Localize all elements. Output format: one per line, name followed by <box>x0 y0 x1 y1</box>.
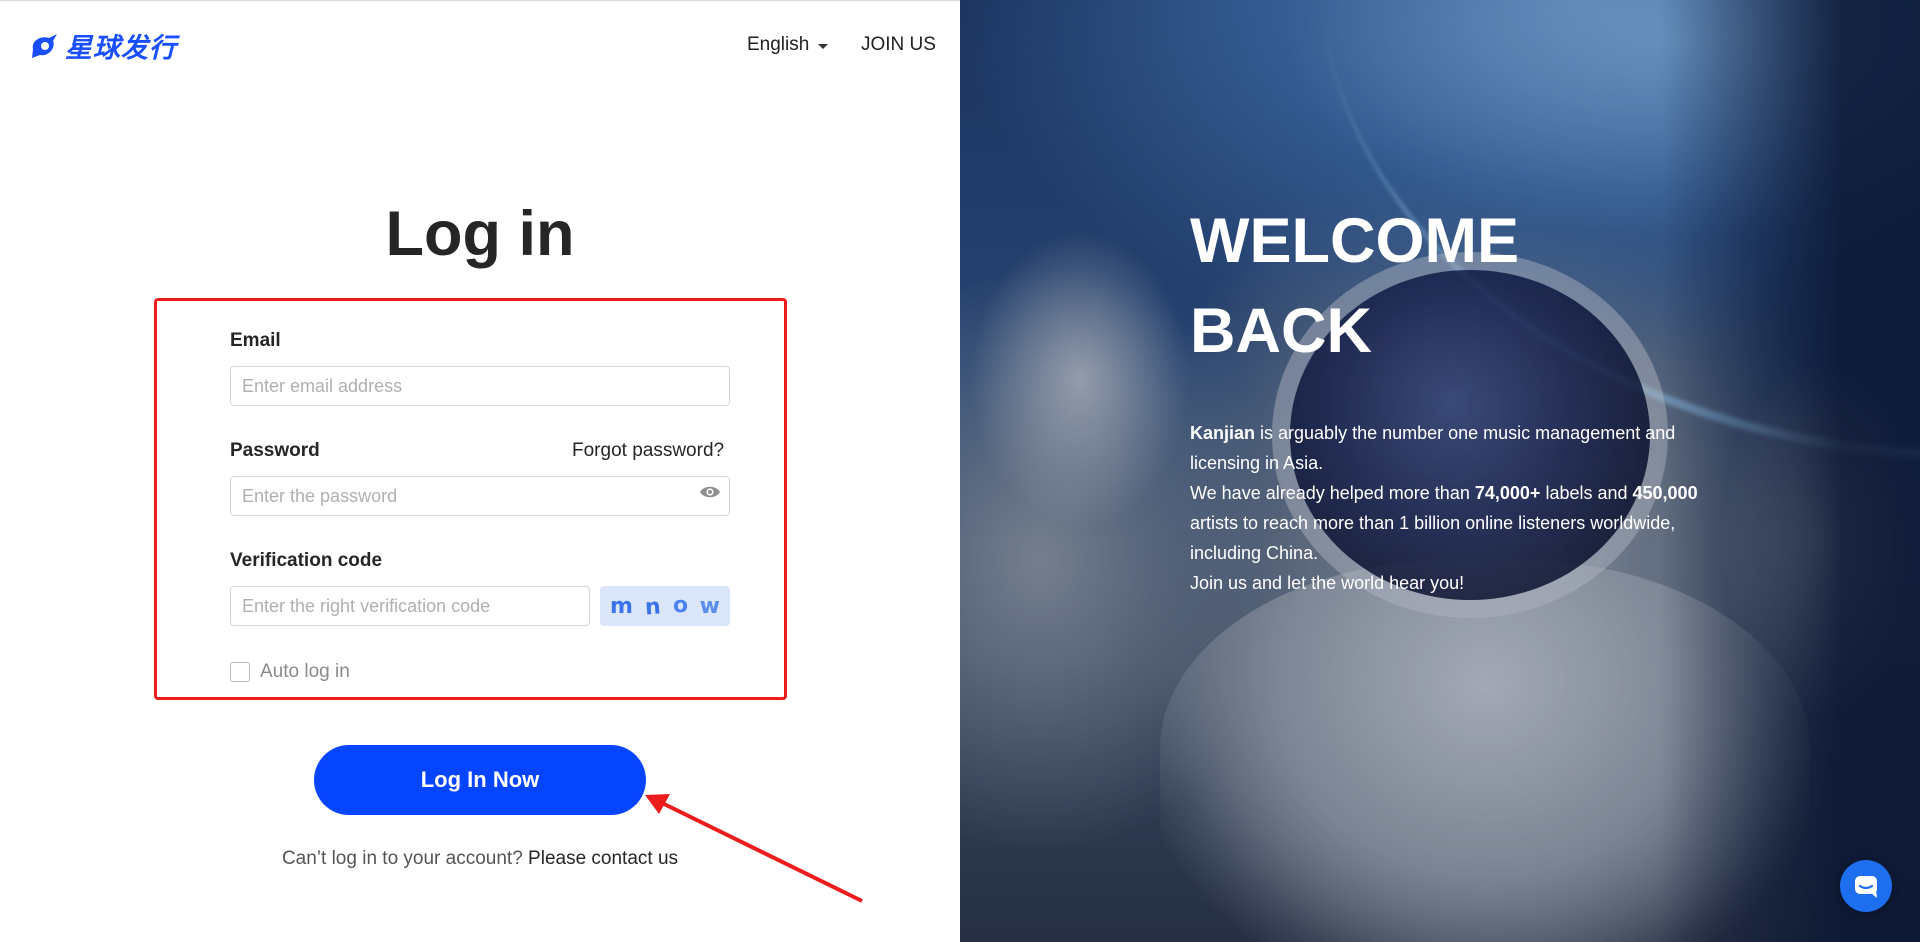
page-title: Log in <box>385 199 575 269</box>
email-label: Email <box>230 330 281 351</box>
password-label: Password <box>230 440 320 461</box>
join-us-link[interactable]: JOIN US <box>861 34 936 56</box>
desc-line-1: is arguably the number one music managem… <box>1190 423 1676 473</box>
hero-panel: WELCOME BACK Kanjian is arguably the num… <box>960 0 1920 942</box>
captcha-char: m <box>609 593 633 619</box>
hero-description: Kanjian is arguably the number one music… <box>1190 418 1700 598</box>
labels-count: 74,000+ <box>1474 483 1541 503</box>
desc-line-2-prefix: We have already helped more than <box>1190 483 1475 503</box>
desc-line-2-rest: artists to reach more than 1 billion onl… <box>1190 513 1676 563</box>
brand-name: Kanjian <box>1190 423 1256 443</box>
captcha-image[interactable]: m n o w <box>600 586 730 626</box>
eye-icon[interactable] <box>699 485 721 504</box>
logo[interactable]: 星球发行 <box>29 26 177 65</box>
login-button[interactable]: Log In Now <box>314 745 646 815</box>
desc-line-3: Join us and let the world hear you! <box>1190 573 1465 593</box>
desc-line-2-mid: labels and <box>1540 483 1633 503</box>
verification-code-field[interactable] <box>230 586 590 626</box>
welcome-line-2: BACK <box>1190 296 1372 366</box>
captcha-char: w <box>699 593 720 619</box>
forgot-password-link[interactable]: Forgot password? <box>572 440 724 462</box>
verification-label: Verification code <box>230 550 383 571</box>
login-panel: 星球发行 English JOIN US Log in Email Passwo… <box>0 0 960 942</box>
chat-bubble-icon[interactable] <box>1840 860 1892 912</box>
password-field[interactable] <box>230 476 730 516</box>
cant-login-text: Can’t log in to your account? <box>281 848 523 869</box>
welcome-line-1: WELCOME <box>1190 206 1519 276</box>
auto-login-checkbox[interactable] <box>230 662 250 682</box>
language-selector[interactable]: English <box>747 34 829 56</box>
welcome-heading: WELCOME BACK <box>1190 196 1519 376</box>
auto-login-label: Auto log in <box>260 661 350 682</box>
logo-text: 星球发行 <box>65 33 177 64</box>
language-label: English <box>747 34 810 55</box>
captcha-char: o <box>671 591 689 619</box>
top-divider <box>0 0 960 1</box>
planet-logo-icon <box>32 33 57 58</box>
auto-login-option[interactable]: Auto log in <box>230 661 350 683</box>
red-arrow-icon <box>645 794 863 903</box>
email-field[interactable] <box>230 366 730 406</box>
captcha-char: n <box>644 593 662 621</box>
artists-count: 450,000 <box>1632 483 1698 503</box>
caret-down-icon <box>818 43 829 49</box>
